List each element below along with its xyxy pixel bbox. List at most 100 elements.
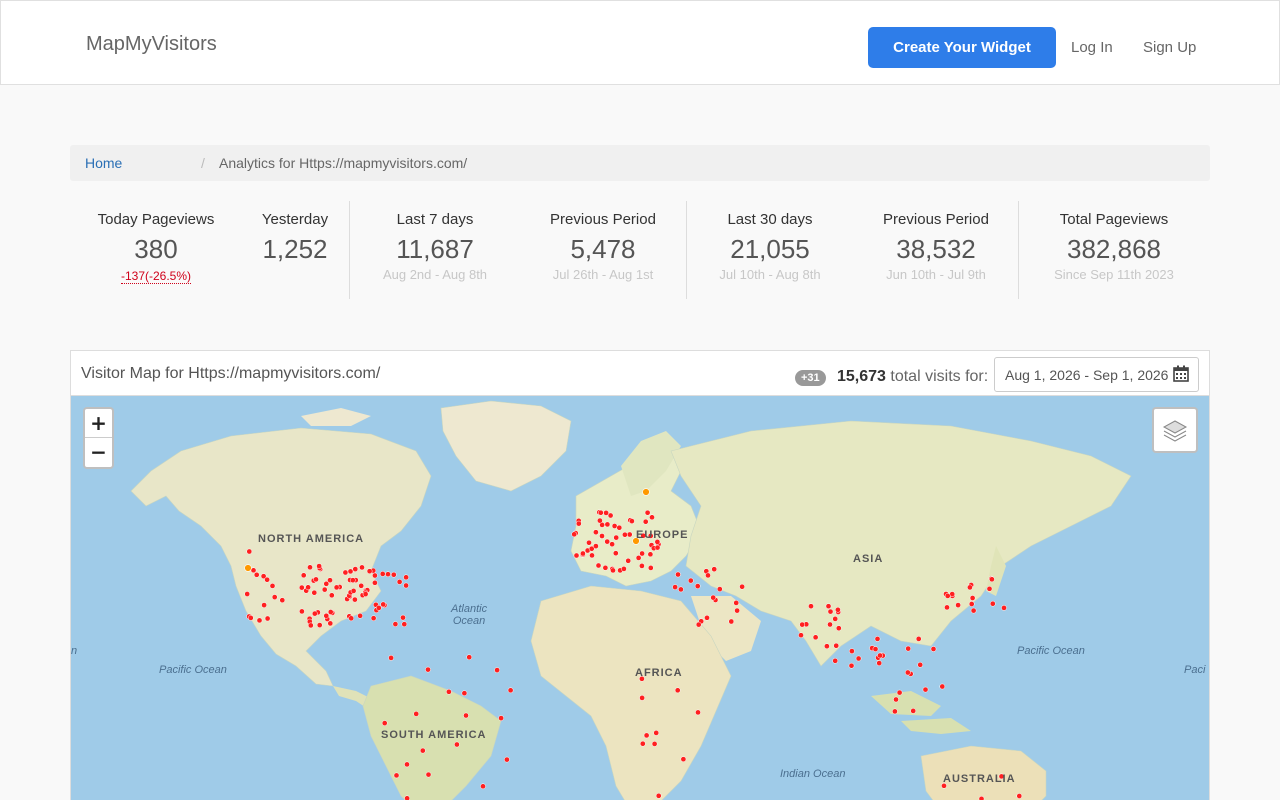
- visitor-marker[interactable]: [643, 732, 650, 739]
- visitor-marker[interactable]: [599, 533, 605, 539]
- visitor-marker[interactable]: [404, 761, 410, 768]
- visitor-marker[interactable]: [247, 615, 254, 621]
- visitor-marker[interactable]: [375, 605, 382, 611]
- visitor-marker[interactable]: [298, 584, 305, 591]
- visitor-marker[interactable]: [705, 572, 711, 579]
- visitor-marker[interactable]: [603, 510, 609, 516]
- visitor-marker[interactable]: [639, 695, 645, 701]
- visitor-marker[interactable]: [454, 741, 460, 748]
- visitor-marker[interactable]: [893, 696, 899, 703]
- visitor-marker[interactable]: [571, 531, 578, 538]
- visitor-marker[interactable]: [649, 514, 655, 521]
- visitor-marker[interactable]: [733, 600, 740, 606]
- visitor-marker[interactable]: [305, 584, 311, 591]
- calendar-icon[interactable]: [1173, 365, 1189, 382]
- visitor-marker[interactable]: [910, 708, 917, 714]
- visitor-marker-highlight[interactable]: [244, 564, 252, 572]
- visitor-marker[interactable]: [359, 564, 365, 571]
- visitor-marker[interactable]: [1001, 605, 1007, 611]
- signup-link[interactable]: Sign Up: [1143, 39, 1196, 56]
- visitor-marker[interactable]: [279, 597, 286, 604]
- visitor-marker[interactable]: [967, 584, 973, 591]
- visitor-marker[interactable]: [316, 563, 322, 569]
- visitor-marker[interactable]: [419, 747, 426, 754]
- visitor-marker[interactable]: [917, 661, 924, 668]
- visitor-marker[interactable]: [835, 606, 841, 613]
- layers-button[interactable]: [1152, 407, 1198, 453]
- visitor-marker[interactable]: [848, 662, 855, 669]
- visitor-marker[interactable]: [575, 520, 582, 527]
- visitor-marker[interactable]: [1016, 793, 1023, 799]
- visitor-marker[interactable]: [352, 566, 359, 572]
- visitor-marker[interactable]: [349, 577, 356, 584]
- visitor-marker[interactable]: [507, 687, 514, 694]
- visitor-marker[interactable]: [896, 689, 903, 696]
- visitor-marker[interactable]: [930, 646, 937, 652]
- visitor-marker[interactable]: [647, 551, 654, 558]
- visitor-marker[interactable]: [362, 591, 369, 597]
- visitor-marker[interactable]: [612, 550, 619, 557]
- visitor-marker[interactable]: [342, 569, 349, 576]
- visitor-marker[interactable]: [370, 615, 377, 622]
- visitor-marker[interactable]: [944, 604, 950, 611]
- visitor-marker[interactable]: [610, 567, 616, 574]
- visitor-marker[interactable]: [944, 593, 951, 599]
- visitor-marker[interactable]: [593, 543, 599, 549]
- visitor-marker[interactable]: [480, 783, 486, 790]
- visitor-marker[interactable]: [271, 594, 278, 600]
- visitor-marker[interactable]: [327, 620, 334, 627]
- visitor-marker[interactable]: [401, 621, 408, 628]
- visitor-marker[interactable]: [264, 615, 271, 622]
- visitor-marker[interactable]: [644, 509, 651, 516]
- visitor-marker[interactable]: [311, 589, 318, 596]
- visitor-marker[interactable]: [798, 632, 804, 639]
- visitor-marker[interactable]: [372, 579, 378, 586]
- zoom-in-button[interactable]: +: [85, 409, 112, 438]
- visitor-marker[interactable]: [799, 621, 806, 628]
- visitor-marker[interactable]: [625, 557, 632, 564]
- visitor-marker[interactable]: [642, 518, 649, 525]
- visitor-marker[interactable]: [978, 795, 985, 800]
- visitor-marker[interactable]: [728, 618, 735, 625]
- visitor-marker[interactable]: [244, 591, 251, 597]
- visitor-marker[interactable]: [915, 636, 922, 642]
- visitor-marker[interactable]: [872, 646, 879, 652]
- visitor-marker[interactable]: [989, 576, 995, 583]
- visitor-marker[interactable]: [629, 518, 635, 524]
- visitor-marker[interactable]: [358, 582, 365, 589]
- visitor-marker[interactable]: [379, 571, 386, 577]
- visitor-marker[interactable]: [711, 566, 718, 573]
- visitor-marker[interactable]: [611, 523, 618, 529]
- visitor-marker[interactable]: [621, 566, 627, 572]
- visitor-marker[interactable]: [635, 555, 642, 561]
- visitor-marker[interactable]: [604, 538, 611, 545]
- visitor-marker[interactable]: [323, 580, 330, 587]
- visitor-marker[interactable]: [827, 608, 834, 615]
- visitor-marker[interactable]: [357, 612, 363, 619]
- visitor-marker[interactable]: [350, 588, 357, 594]
- visitor-marker[interactable]: [674, 687, 681, 694]
- visitor-marker[interactable]: [922, 686, 929, 693]
- visitor-marker[interactable]: [390, 571, 397, 578]
- visitor-marker[interactable]: [504, 756, 510, 763]
- visitor-marker[interactable]: [604, 521, 611, 528]
- visitor-marker[interactable]: [589, 552, 595, 559]
- visitor-marker[interactable]: [380, 601, 387, 608]
- visitor-marker[interactable]: [573, 552, 580, 559]
- visitor-marker[interactable]: [253, 571, 260, 578]
- visitor-marker[interactable]: [655, 792, 662, 799]
- visitor-marker[interactable]: [425, 771, 432, 778]
- visitor-marker[interactable]: [892, 708, 898, 715]
- visitor-marker[interactable]: [639, 563, 645, 569]
- visitor-marker[interactable]: [622, 531, 628, 538]
- visitor-marker[interactable]: [651, 741, 658, 747]
- visitor-marker[interactable]: [833, 642, 840, 649]
- visitor-marker[interactable]: [311, 610, 318, 617]
- visitor-marker[interactable]: [250, 567, 257, 574]
- visitor-marker[interactable]: [385, 571, 391, 578]
- visitor-marker[interactable]: [808, 603, 814, 610]
- visitor-marker[interactable]: [307, 564, 313, 571]
- zoom-out-button[interactable]: −: [85, 438, 112, 467]
- visitor-marker[interactable]: [396, 579, 403, 585]
- visitor-marker[interactable]: [675, 571, 681, 578]
